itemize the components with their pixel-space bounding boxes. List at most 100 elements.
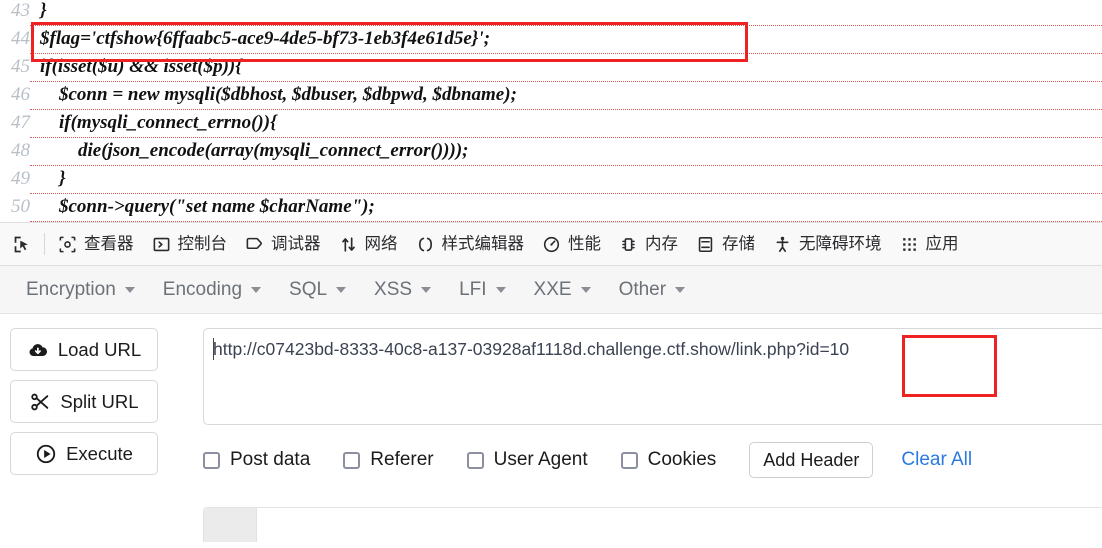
application-icon <box>900 235 919 254</box>
code-line-list: 43} 44 $flag='ctfshow{6ffaabc5-ace9-4de5-b… <box>0 0 1102 222</box>
code-line-text: $conn = new mysqli($dbhost, $dbuser, $db… <box>30 81 1102 110</box>
devtools-tab-label: 应用 <box>925 234 959 253</box>
code-line: 47 if(mysqli_connect_errno()){ <box>0 109 1102 138</box>
devtools-toolbar: 查看器 控制台 调试器 网络 样式编辑器 性能 内存 存储 无障碍环境 应用 <box>0 222 1102 266</box>
hackbar-menu-label: SQL <box>289 278 328 300</box>
hackbar-menu-label: Encoding <box>162 278 243 300</box>
line-number: 47 <box>11 112 30 133</box>
code-line-text: if(isset($u) && isset($p)){ <box>30 53 1102 82</box>
hackbar-option-row: Post data Referer User Agent Cookies Add Hea… <box>203 440 972 480</box>
hackbar-action-buttons: Load URL Split URL Execute <box>10 328 160 484</box>
line-number: 44 <box>11 28 30 49</box>
checkbox[interactable] <box>203 451 220 469</box>
hackbar-menubar: Encryption Encoding SQL XSS LFI XXE Other <box>0 266 1102 314</box>
chevron-down-icon <box>336 286 347 293</box>
hackbar-menu-label: LFI <box>459 278 487 300</box>
devtools-tab-inspector[interactable]: 查看器 <box>49 223 143 265</box>
text-cursor <box>213 338 214 360</box>
code-line-text: $flag='ctfshow{6ffaabc5-ace9-4de5-bf73-1… <box>30 25 1102 54</box>
bottom-tab-stub[interactable] <box>204 508 257 542</box>
style-editor-icon <box>416 235 435 254</box>
option-label: Referer <box>370 449 434 470</box>
performance-icon <box>542 235 561 254</box>
play-circle-icon <box>35 443 57 465</box>
storage-icon <box>696 235 715 254</box>
hackbar-menu-label: XXE <box>533 278 572 300</box>
chevron-down-icon <box>251 286 262 293</box>
line-number: 50 <box>11 196 30 217</box>
option-label: Post data <box>230 449 311 470</box>
line-number: 43 <box>11 0 30 21</box>
option-post-data[interactable]: Post data <box>203 449 310 471</box>
devtools-tab-label: 样式编辑器 <box>441 234 525 253</box>
checkbox[interactable] <box>343 451 361 469</box>
devtools-tab-label: 性能 <box>568 234 601 253</box>
option-label: User Agent <box>493 449 588 470</box>
code-viewer: 43} 44 $flag='ctfshow{6ffaabc5-ace9-4de5-b… <box>0 0 1102 222</box>
hackbar-menu-other[interactable]: Other <box>605 273 700 307</box>
hackbar-panel: Load URL Split URL Execute http://c07423bd… <box>0 314 1102 542</box>
code-line-text: } <box>30 165 1102 194</box>
split-url-button[interactable]: Split URL <box>10 380 158 423</box>
chevron-down-icon <box>124 286 135 293</box>
execute-button[interactable]: Execute <box>10 432 158 475</box>
bottom-partial-panel <box>203 507 1102 542</box>
code-line: 43} <box>0 0 1102 26</box>
hackbar-menu-xxe[interactable]: XXE <box>520 273 605 307</box>
hackbar-menu-xss[interactable]: XSS <box>360 273 445 307</box>
hackbar-menu-lfi[interactable]: LFI <box>445 273 519 307</box>
line-number: 45 <box>11 56 30 77</box>
checkbox[interactable] <box>466 451 484 469</box>
console-icon <box>152 235 171 254</box>
devtools-tab-storage[interactable]: 存储 <box>687 223 764 265</box>
load-url-button[interactable]: Load URL <box>10 328 158 371</box>
hackbar-menu-sql[interactable]: SQL <box>275 273 360 307</box>
devtools-tab-performance[interactable]: 性能 <box>533 223 610 265</box>
devtools-tab-memory[interactable]: 内存 <box>610 223 687 265</box>
devtools-tab-accessibility[interactable]: 无障碍环境 <box>764 223 891 265</box>
code-line-text: die(json_encode(array(mysqli_connect_err… <box>30 137 1102 166</box>
hackbar-menu-label: XSS <box>374 278 413 300</box>
url-field-wrapper: http://c07423bd-8333-40c8-a137-03928af11… <box>203 328 1102 425</box>
accessibility-icon <box>773 235 792 254</box>
clear-all-link[interactable]: Clear All <box>901 449 972 471</box>
code-line: 48 die(json_encode(array(mysqli_connect_… <box>0 137 1102 166</box>
devtools-tab-label: 存储 <box>722 234 755 253</box>
devtools-tab-application[interactable]: 应用 <box>891 223 968 265</box>
debugger-icon <box>245 235 264 254</box>
element-picker-icon[interactable] <box>0 223 44 265</box>
code-line: 50 $conn->query("set name $charName"); <box>0 193 1102 222</box>
url-input[interactable]: http://c07423bd-8333-40c8-a137-03928af11… <box>203 328 1102 425</box>
checkbox[interactable] <box>620 451 638 469</box>
chevron-down-icon <box>675 286 686 293</box>
code-line: 49 } <box>0 165 1102 194</box>
code-line: 45 if(isset($u) && isset($p)){ <box>0 53 1102 82</box>
add-header-button[interactable]: Add Header <box>749 442 874 478</box>
hackbar-menu-encoding[interactable]: Encoding <box>149 273 275 307</box>
option-referer[interactable]: Referer <box>343 449 434 471</box>
option-user-agent[interactable]: User Agent <box>466 449 588 471</box>
network-icon <box>339 235 358 254</box>
devtools-tab-label: 查看器 <box>84 234 134 253</box>
toolbar-divider <box>44 233 45 255</box>
devtools-tab-label: 网络 <box>364 234 398 253</box>
scissors-icon <box>29 391 51 413</box>
devtools-tab-label: 控制台 <box>177 234 228 253</box>
chevron-down-icon <box>495 286 506 293</box>
line-number: 46 <box>11 84 30 105</box>
devtools-tab-network[interactable]: 网络 <box>330 223 407 265</box>
devtools-tab-label: 无障碍环境 <box>799 234 882 253</box>
hackbar-menu-encryption[interactable]: Encryption <box>12 273 149 307</box>
cloud-download-icon <box>27 339 49 361</box>
button-label: Execute <box>66 442 133 464</box>
option-cookies[interactable]: Cookies <box>620 449 716 471</box>
code-line: 44 $flag='ctfshow{6ffaabc5-ace9-4de5-bf73… <box>0 25 1102 54</box>
memory-icon <box>619 235 638 254</box>
code-line: 46 $conn = new mysqli($dbhost, $dbuser, … <box>0 81 1102 110</box>
chevron-down-icon <box>580 286 591 293</box>
devtools-tab-debugger[interactable]: 调试器 <box>236 223 330 265</box>
devtools-tab-style-editor[interactable]: 样式编辑器 <box>407 223 534 265</box>
devtools-tab-console[interactable]: 控制台 <box>143 223 237 265</box>
devtools-tab-list: 查看器 控制台 调试器 网络 样式编辑器 性能 内存 存储 无障碍环境 应用 <box>49 223 968 265</box>
button-label: Load URL <box>57 338 142 360</box>
